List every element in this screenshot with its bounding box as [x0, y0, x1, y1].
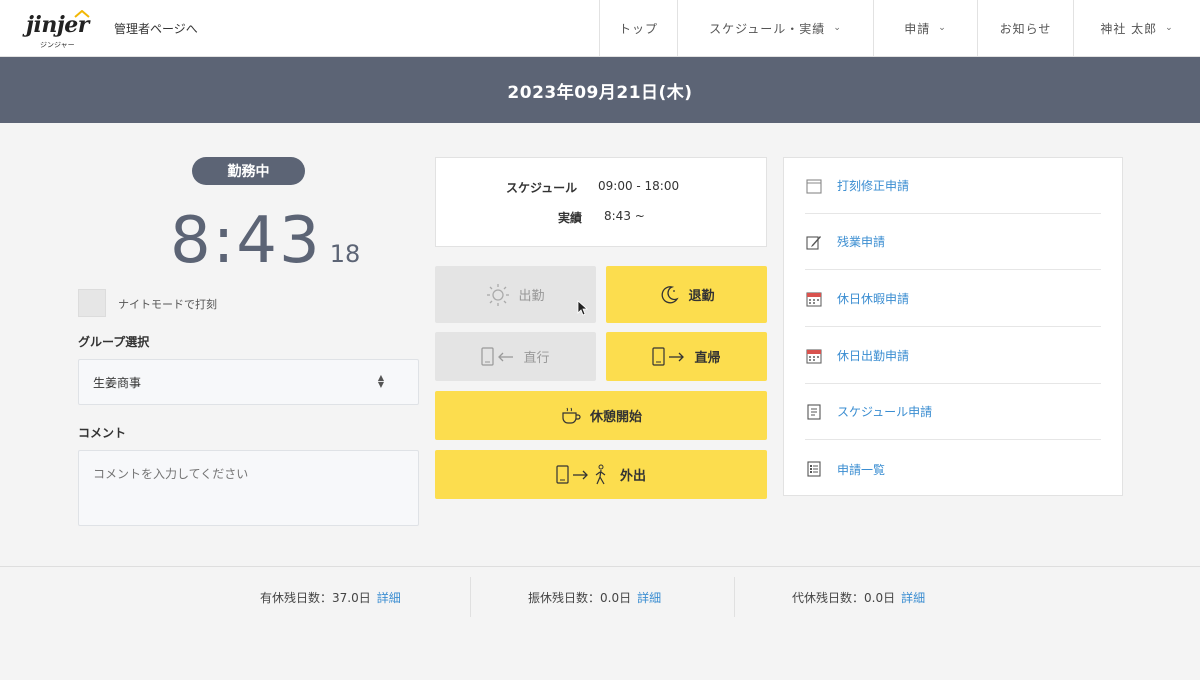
nav-notices-label: お知らせ: [999, 21, 1052, 36]
header: jinjer ジンジャー 管理者ページへ トップ スケジュール・実績 ⌄ 申請 …: [0, 0, 1200, 57]
calendar-icon: [805, 177, 823, 195]
direct-return-button[interactable]: 直帰: [606, 332, 767, 381]
comment-label: コメント: [78, 426, 127, 440]
group-select-value: 生姜商事: [93, 375, 142, 390]
nav-schedule-results[interactable]: スケジュール・実績 ⌄: [677, 0, 873, 56]
break-start-button[interactable]: 休憩開始: [435, 391, 767, 440]
clock-seconds: 18: [329, 240, 361, 268]
clock-in-button[interactable]: 出勤: [435, 266, 596, 323]
substitute-leave-detail-link[interactable]: 詳細: [637, 591, 661, 605]
phone-arrow-right-icon: [652, 346, 686, 367]
group-select[interactable]: 生姜商事 ▲ ▼: [78, 359, 419, 405]
request-item-holiday-leave[interactable]: 休日休暇申請: [805, 271, 1101, 327]
request-item-overtime[interactable]: 残業申請: [805, 214, 1101, 270]
night-mode-label: ナイトモードで打刻: [118, 298, 217, 311]
clock-time: 8:43: [170, 204, 322, 278]
clock-out-label: 退勤: [688, 289, 715, 304]
request-menu: 打刻修正申請 残業申請 休日休暇申請 休日出勤申請 スケジュール申請 申請一覧: [783, 157, 1123, 496]
break-start-label: 休憩開始: [589, 410, 642, 425]
document-icon: [805, 403, 823, 421]
request-item-schedule[interactable]: スケジュール申請: [805, 384, 1101, 440]
phone-walk-out-icon: [556, 464, 612, 486]
request-item-label: スケジュール申請: [837, 405, 933, 419]
footer-divider: [734, 577, 735, 617]
coffee-cup-icon: [560, 407, 582, 425]
nav-user-menu[interactable]: 神社 太郎 ⌄: [1073, 0, 1200, 56]
direct-go-button[interactable]: 直行: [435, 332, 596, 381]
go-out-button[interactable]: 外出: [435, 450, 767, 499]
select-arrows-icon: ▲ ▼: [377, 373, 384, 389]
main-nav: トップ スケジュール・実績 ⌄ 申請 ⌄ お知らせ 神社 太郎 ⌄: [599, 0, 1200, 56]
chevron-down-icon: ⌄: [833, 23, 842, 33]
request-item-label: 休日出勤申請: [837, 349, 910, 363]
nav-notices[interactable]: お知らせ: [977, 0, 1073, 56]
schedule-value: 09:00 - 18:00: [598, 179, 680, 193]
user-name: 神社 太郎: [1100, 21, 1158, 36]
compensatory-leave-label: 代休残日数：: [792, 591, 865, 605]
nav-schedule-results-label: スケジュール・実績: [709, 21, 826, 36]
admin-page-link[interactable]: 管理者ページへ: [114, 20, 198, 37]
mouse-cursor-icon: [577, 300, 589, 316]
nav-requests[interactable]: 申請 ⌄: [873, 0, 977, 56]
paid-leave-value: 37.0日: [332, 591, 371, 605]
logo-roof-icon: [74, 10, 90, 18]
request-item-label: 残業申請: [837, 235, 886, 249]
request-item-holiday-work[interactable]: 休日出勤申請: [805, 328, 1101, 384]
calendar-red-icon: [805, 290, 823, 308]
substitute-leave-label: 振休残日数：: [528, 591, 601, 605]
date-bar: 2023年09月21日(木): [0, 57, 1200, 123]
phone-arrow-left-icon: [481, 346, 515, 367]
request-item-list[interactable]: 申請一覧: [805, 441, 1101, 497]
night-mode-checkbox[interactable]: [78, 289, 106, 317]
footer-divider: [470, 577, 471, 617]
chevron-down-icon: ⌄: [1165, 23, 1174, 33]
list-icon: [805, 460, 823, 478]
substitute-leave-value: 0.0日: [600, 591, 632, 605]
sun-icon: [486, 283, 510, 307]
direct-return-label: 直帰: [694, 351, 721, 366]
logo-subtext: ジンジャー: [40, 41, 75, 49]
leave-balance-footer: 有休残日数：37.0日 詳細 振休残日数：0.0日 詳細 代休残日数：0.0日 詳細: [0, 566, 1200, 680]
actual-value: 8:43 ~: [604, 209, 645, 223]
direct-go-label: 直行: [523, 351, 550, 366]
request-item-punch-correction[interactable]: 打刻修正申請: [805, 158, 1101, 214]
compensatory-leave-value: 0.0日: [864, 591, 896, 605]
request-item-label: 申請一覧: [837, 462, 886, 477]
paid-leave-detail-link[interactable]: 詳細: [377, 591, 401, 605]
comment-input[interactable]: [78, 450, 419, 526]
clock-in-label: 出勤: [518, 289, 545, 304]
request-item-label: 打刻修正申請: [837, 179, 910, 193]
schedule-label: スケジュール: [506, 181, 578, 195]
substitute-leave-balance: 振休残日数：0.0日 詳細: [528, 589, 661, 606]
moon-icon: [658, 284, 680, 306]
current-clock: 8:43 18: [170, 198, 360, 278]
jinjer-logo[interactable]: jinjer ジンジャー: [26, 8, 96, 50]
paid-leave-balance: 有休残日数：37.0日 詳細: [260, 589, 401, 606]
calendar-red-icon: [805, 347, 823, 365]
nav-top[interactable]: トップ: [599, 0, 677, 56]
clock-out-button[interactable]: 退勤: [606, 266, 767, 323]
schedule-card: スケジュール 09:00 - 18:00 実績 8:43 ~: [435, 157, 767, 247]
work-status-label: 勤務中: [227, 164, 270, 180]
group-select-label: グループ選択: [78, 335, 150, 349]
current-date: 2023年09月21日(木): [507, 82, 693, 103]
work-status-badge: 勤務中: [192, 157, 305, 185]
paid-leave-label: 有休残日数：: [260, 591, 333, 605]
request-item-label: 休日休暇申請: [837, 292, 910, 306]
chevron-down-icon: ⌄: [938, 23, 947, 33]
compensatory-leave-detail-link[interactable]: 詳細: [901, 591, 925, 605]
nav-requests-label: 申請: [904, 21, 931, 36]
actual-label: 実績: [558, 211, 583, 225]
nav-top-label: トップ: [618, 21, 658, 36]
go-out-label: 外出: [619, 469, 646, 484]
pen-icon: [805, 233, 823, 251]
compensatory-leave-balance: 代休残日数：0.0日 詳細: [792, 589, 925, 606]
